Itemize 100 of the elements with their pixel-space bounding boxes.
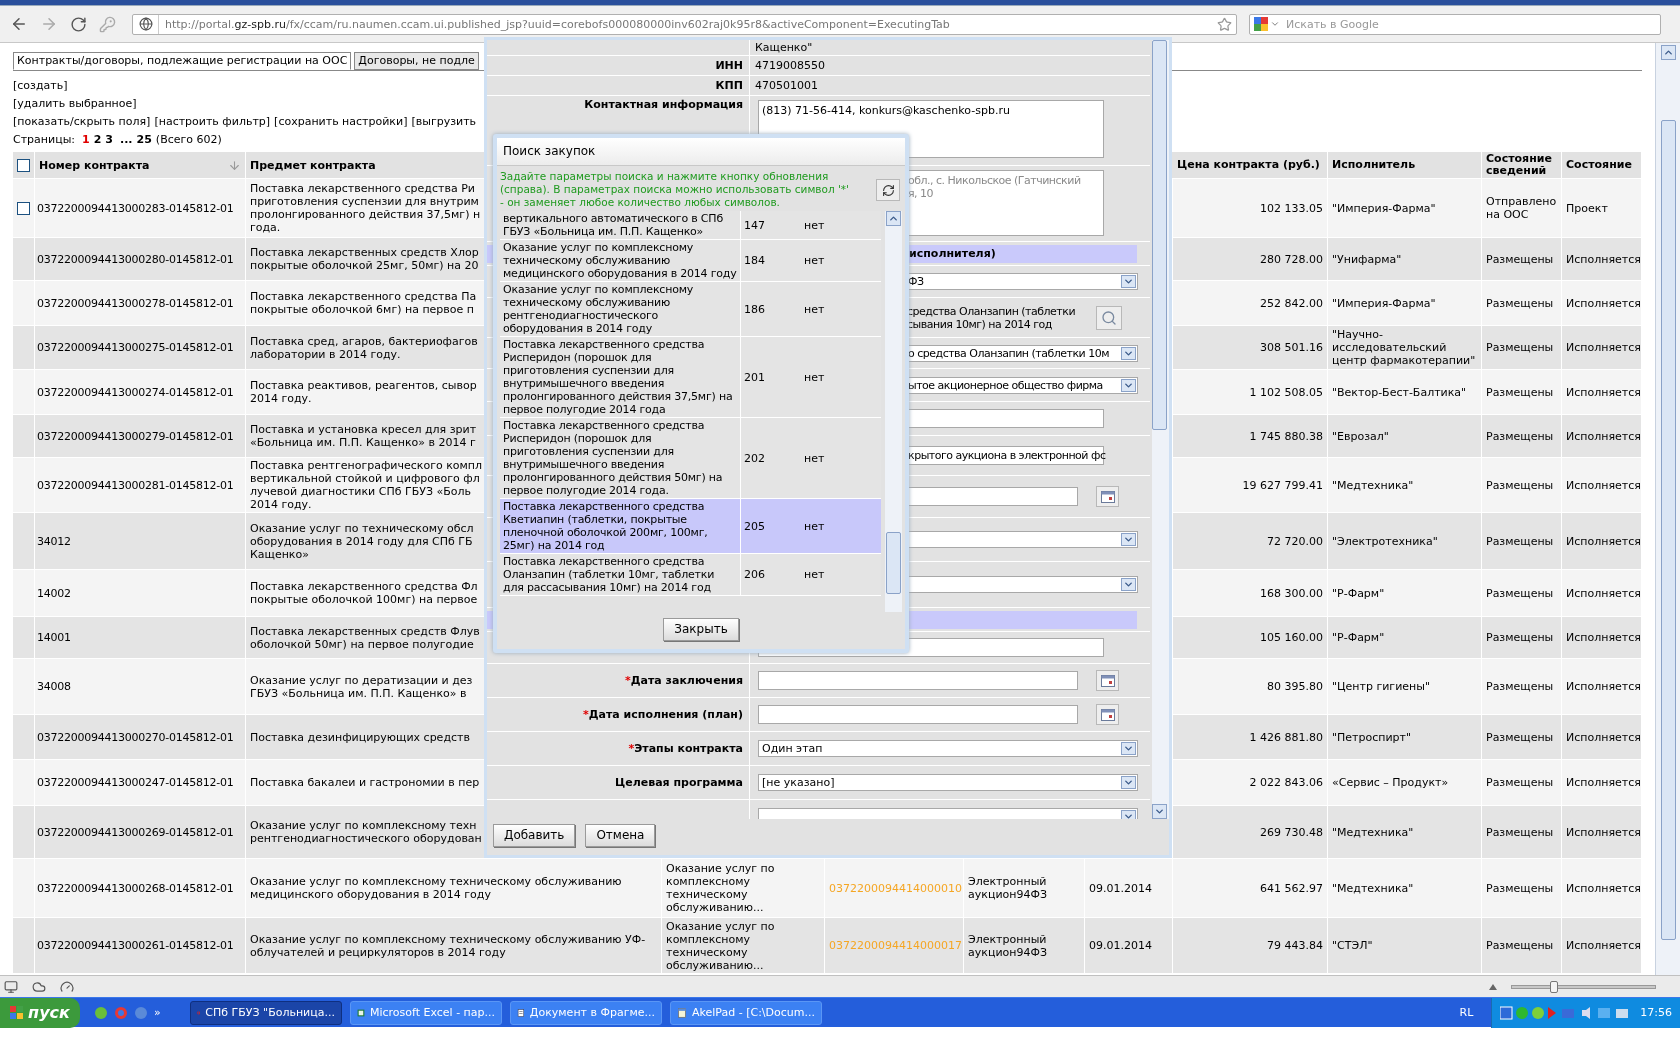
key-icon[interactable] bbox=[99, 15, 116, 33]
form-scrollbar[interactable] bbox=[1152, 40, 1169, 819]
form-button[interactable]: Отмена bbox=[585, 824, 656, 847]
column-header[interactable]: Предмет контракта bbox=[250, 158, 376, 172]
sort-arrow-icon[interactable] bbox=[228, 158, 241, 172]
table-cell: Исполняется bbox=[1566, 341, 1641, 354]
scrollbar-thumb[interactable] bbox=[1152, 40, 1167, 430]
action-link[interactable]: [создать] bbox=[13, 79, 68, 92]
purchase-name: Оказание услуг по комплексному техническому обслуживанию медицинского оборудования в 2014 году bbox=[500, 240, 741, 281]
table-cell: Размещены bbox=[1486, 296, 1554, 310]
column-header[interactable]: Исполнитель bbox=[1332, 159, 1416, 171]
scrollbar-thumb[interactable] bbox=[1660, 120, 1676, 940]
list-row[interactable]: Поставка лекарственного средства Рисперидон (порошок для приготовления суспензии для внутримышечного введения пролонгированного действия 50мг) на первое полугодие 2014 года. 202 нет bbox=[500, 418, 881, 499]
refresh-button[interactable] bbox=[876, 179, 900, 201]
more-button[interactable]: » bbox=[154, 1006, 161, 1019]
scrollbar-thumb[interactable] bbox=[886, 532, 901, 594]
table-cell: Поставка и установка кресел для зрит «Больница им. П.П. Кащенко» в 2014 г bbox=[250, 423, 477, 449]
table-cell: Исполняется bbox=[1566, 586, 1641, 600]
reload-icon[interactable] bbox=[70, 15, 87, 33]
field-label: *Этапы контракта bbox=[628, 742, 743, 755]
bookmark-star-icon[interactable] bbox=[1217, 16, 1232, 32]
list-row[interactable]: Поставка лекарственного средства Кветиапин (таблетки, покрытые пленочной оболочкой 200мг, 100мг, 25мг) на 2014 год 205 нет bbox=[500, 499, 881, 554]
table-cell: Оказание услуг по комплексному техническому обслуживанию медицинского оборудования в 2014 году bbox=[250, 875, 622, 901]
form-button[interactable]: Добавить bbox=[493, 824, 576, 847]
search-bar[interactable]: Искать в Google bbox=[1249, 13, 1661, 35]
list-row[interactable]: Поставка лекарственного средства Рисперидон (порошок для приготовления суспензии для внутримышечного введения пролонгированного действия 37,5мг) на первое полугодие 2014 года 201 нет bbox=[500, 337, 881, 418]
tab[interactable]: Контракты/договоры, подлежащие регистрации на ООС bbox=[13, 52, 352, 70]
caret-icon[interactable] bbox=[1270, 19, 1280, 29]
column-header[interactable]: Цена контракта (руб.) bbox=[1177, 159, 1320, 171]
scroll-up-icon[interactable] bbox=[888, 213, 899, 224]
table-cell: 0372200094413000268-0145812-01 bbox=[37, 881, 234, 895]
gauge-icon[interactable] bbox=[60, 979, 74, 994]
total-count: (Всего 602) bbox=[155, 133, 222, 146]
checkbox[interactable] bbox=[17, 158, 30, 172]
select-field[interactable]: Один этап bbox=[758, 740, 1138, 757]
table-cell: 0372200094413000280-0145812-01 bbox=[37, 252, 234, 266]
search-button[interactable] bbox=[1096, 305, 1122, 330]
table-cell: Исполняется bbox=[1566, 534, 1641, 548]
monitor-icon[interactable] bbox=[4, 979, 18, 994]
language-indicator[interactable]: RL bbox=[1459, 1006, 1474, 1019]
toolbar-link[interactable]: [сохранить настройки] bbox=[274, 115, 408, 128]
date-field[interactable] bbox=[758, 705, 1078, 724]
purchase-name: Поставка лекарственного средства Рисперидон (порошок для приготовления суспензии для внутримышечного введения пролонгированного действия 50мг) на первое полугодие 2014 года. bbox=[500, 418, 741, 498]
table-cell: 105 160.00 bbox=[1260, 631, 1323, 644]
toolbar-link[interactable]: [выгрузить bbox=[411, 115, 477, 128]
start-button[interactable]: пуск bbox=[0, 997, 80, 1028]
taskbar-button[interactable]: AkelPad - [C:\Docum... bbox=[670, 1000, 822, 1025]
list-row[interactable]: Поставка лекарственного средства Оланзапин (таблетки 10мг, таблетки для рассасывания 10мг) на 2014 год 206 нет bbox=[500, 554, 881, 596]
toolbar-link[interactable]: [настроить фильтр] bbox=[154, 115, 271, 128]
close-button[interactable]: Закрыть bbox=[663, 618, 739, 641]
taskbar-button[interactable]: Документ в Фрагме... bbox=[510, 1000, 662, 1025]
table-cell: 09.01.2014 bbox=[1089, 939, 1152, 952]
forward-icon[interactable] bbox=[40, 15, 58, 33]
slider-thumb[interactable] bbox=[1550, 980, 1559, 993]
table-cell: "Центр гигиены" bbox=[1332, 680, 1430, 693]
list-row[interactable]: вертикального автоматического в СПб ГБУЗ «Больница им. П.П. Кащенко» 147 нет bbox=[500, 211, 881, 240]
action-link[interactable]: [удалить выбранное] bbox=[13, 97, 137, 110]
tab[interactable]: Договоры, не подле bbox=[354, 52, 479, 70]
scroll-up-icon[interactable] bbox=[1662, 47, 1674, 58]
table-cell: "Петроспирт" bbox=[1332, 730, 1412, 744]
taskbar-button[interactable]: Microsoft Excel - пар... bbox=[350, 1000, 502, 1025]
table-cell: "Медтехника" bbox=[1332, 881, 1414, 895]
table-cell: 79 443.84 bbox=[1267, 939, 1323, 952]
triangle-icon[interactable] bbox=[1489, 983, 1497, 990]
calendar-icon bbox=[1100, 490, 1115, 503]
browser-icon[interactable] bbox=[114, 1005, 128, 1020]
lookup-value: средства Оланзапин (таблетки сывания 10мг) на 2014 год bbox=[907, 304, 1077, 331]
table-cell: 1 426 881.80 bbox=[1249, 730, 1323, 744]
calendar-button[interactable] bbox=[1096, 670, 1119, 691]
calendar-button[interactable] bbox=[1096, 486, 1119, 507]
table-cell: 641 562.97 bbox=[1260, 881, 1323, 895]
checkbox[interactable] bbox=[17, 201, 30, 215]
table-cell: 269 730.48 bbox=[1260, 825, 1323, 839]
page-scrollbar[interactable] bbox=[1655, 43, 1680, 975]
select-field[interactable]: [не указано] bbox=[758, 774, 1138, 791]
list-scrollbar[interactable] bbox=[885, 211, 902, 612]
table-cell: Исполняется bbox=[1566, 631, 1641, 644]
address-field[interactable]: http://portal.gz-spb.ru/fx/ccam/ru.naumen.ccam.ui.published_jsp?uuid=corebofs000080000inv602raj0k95r8&activeComponent=ExecutingTab bbox=[132, 13, 1237, 35]
tray-icons-drawing[interactable] bbox=[1500, 1004, 1631, 1021]
purchase-name: Поставка лекарственного средства Оланзапин (таблетки 10мг, таблетки для рассасывания 10мг) на 2014 год bbox=[500, 554, 741, 595]
page-link[interactable]: 3 bbox=[105, 133, 113, 146]
page-link[interactable]: 1 bbox=[82, 133, 90, 146]
column-header[interactable]: Состояние bbox=[1566, 159, 1632, 171]
table-cell: Поставка лекарственных средств Хлор покрытые оболочкой 25мг, 50мг) на 20 bbox=[250, 246, 479, 272]
purchase-name: Поставка лекарственного средства Рисперидон (порошок для приготовления суспензии для внутримышечного введения пролонгированного действия 37,5мг) на первое полугодие 2014 года bbox=[500, 337, 741, 417]
search-field[interactable]: Искать в Google bbox=[1286, 17, 1660, 31]
column-header[interactable]: Состояние сведений bbox=[1486, 153, 1557, 177]
page-link[interactable]: 2 bbox=[93, 133, 102, 146]
calendar-button[interactable] bbox=[1096, 704, 1119, 725]
back-icon[interactable] bbox=[10, 15, 28, 33]
toolbar-link[interactable]: [показать/скрыть поля] bbox=[13, 115, 151, 128]
flag-icon bbox=[10, 1005, 25, 1020]
page-link[interactable]: 25 bbox=[136, 133, 152, 146]
column-header[interactable]: Номер контракта bbox=[39, 158, 150, 172]
list-row[interactable]: Оказание услуг по комплексному техническому обслуживанию медицинского оборудования в 2014 году 184 нет bbox=[500, 240, 881, 282]
scroll-down-icon[interactable] bbox=[1154, 806, 1165, 817]
cloud-icon[interactable] bbox=[32, 979, 46, 994]
taskbar-button[interactable]: СПб ГБУЗ "Больница... bbox=[190, 1000, 342, 1025]
date-field[interactable] bbox=[758, 671, 1078, 690]
list-row[interactable]: Оказание услуг по комплексному техническому обслуживанию рентгенодиагностического оборудования в 2014 году 186 нет bbox=[500, 282, 881, 337]
